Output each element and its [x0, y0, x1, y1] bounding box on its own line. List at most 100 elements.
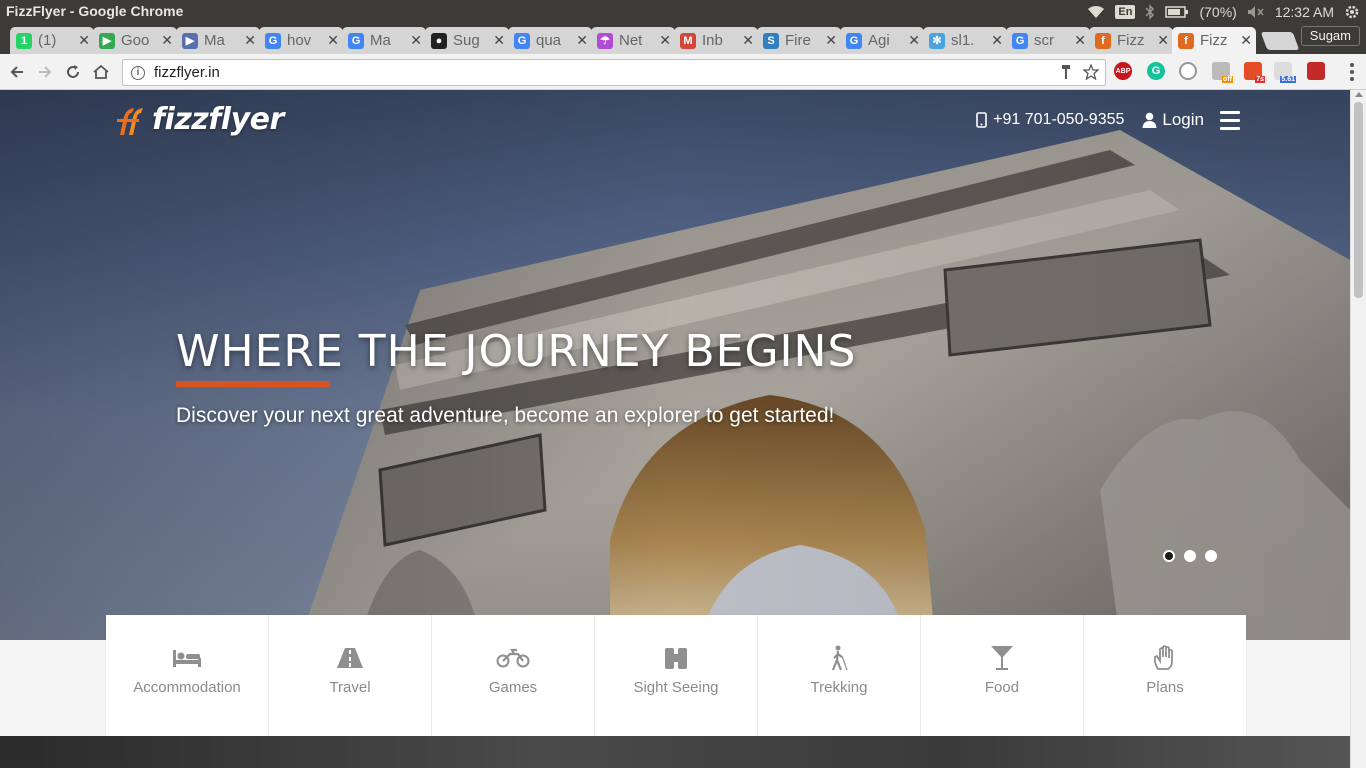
browser-tab[interactable]: f Fizz ✕ [1172, 27, 1256, 54]
category-games[interactable]: Games [432, 615, 595, 737]
tab-title: Net [619, 32, 643, 49]
google-icon: G [265, 32, 281, 49]
browser-tab[interactable]: S Fire ✕ [757, 27, 841, 54]
speed-meter-icon[interactable]: 5.61 [1274, 62, 1296, 83]
category-label: Travel [329, 679, 371, 696]
motorcycle-icon [496, 645, 530, 671]
reload-icon [67, 65, 79, 78]
browser-tab[interactable]: ▶ Ma ✕ [176, 27, 260, 54]
browser-tab[interactable]: M Inb ✕ [674, 27, 758, 54]
browser-tab[interactable]: ▶ Goo ✕ [93, 27, 177, 54]
carousel-dot[interactable] [1205, 550, 1217, 562]
browser-tab[interactable]: Gqua ✕ [508, 27, 592, 54]
page-scrollbar[interactable] [1350, 90, 1366, 768]
grammarly-icon[interactable]: G [1147, 62, 1165, 80]
gmail-icon: M [680, 32, 696, 49]
cocktail-icon [990, 645, 1014, 671]
close-tab-icon[interactable]: ✕ [908, 32, 920, 49]
road-icon [337, 645, 363, 671]
tab-title: Inb [702, 32, 723, 49]
close-tab-icon[interactable]: ✕ [659, 32, 671, 49]
category-sight-seeing[interactable]: Sight Seeing [595, 615, 758, 737]
category-label: Games [488, 679, 538, 696]
carousel-dot[interactable] [1184, 550, 1196, 562]
hand-icon [1152, 645, 1178, 671]
brand-name: fizzflyer [152, 102, 284, 137]
binoculars-icon [663, 645, 689, 671]
category-plans[interactable]: Plans [1084, 615, 1246, 737]
bookmark-star-icon[interactable] [1082, 63, 1100, 85]
bookmark-extension-icon[interactable] [1307, 62, 1325, 80]
hero-headline: WHERE THE JOURNEY BEGINS [176, 326, 857, 377]
chrome-menu-button[interactable] [1350, 63, 1354, 81]
address-bar[interactable]: i fizzflyer.in [122, 59, 1106, 86]
forward-button[interactable] [34, 61, 56, 83]
profile-button[interactable]: Sugam [1300, 26, 1360, 46]
gear-icon[interactable] [1344, 4, 1360, 20]
category-food[interactable]: Food [921, 615, 1084, 737]
home-button[interactable] [90, 61, 112, 83]
tab-title: Ma [370, 32, 391, 49]
new-tab-button[interactable] [1260, 32, 1300, 50]
browser-tab[interactable]: ● Sug ✕ [425, 27, 509, 54]
browser-tab[interactable]: Ghov ✕ [259, 27, 343, 54]
close-tab-icon[interactable]: ✕ [1240, 32, 1252, 49]
browser-tab[interactable]: G Agi ✕ [840, 27, 924, 54]
tag-extension-icon[interactable]: 7s [1244, 62, 1265, 83]
close-tab-icon[interactable]: ✕ [742, 32, 754, 49]
arrow-left-icon [10, 66, 23, 78]
category-trekking[interactable]: Trekking [758, 615, 921, 737]
url-text[interactable]: fizzflyer.in [154, 64, 220, 81]
close-tab-icon[interactable]: ✕ [161, 32, 173, 49]
phone-link[interactable]: +91 701-050-9355 [976, 111, 1124, 129]
off-extension-icon[interactable]: off [1212, 62, 1233, 83]
carousel-dot[interactable] [1163, 550, 1175, 562]
close-tab-icon[interactable]: ✕ [244, 32, 256, 49]
google-icon: G [348, 32, 364, 49]
swirl-icon: ✻ [929, 32, 945, 49]
close-tab-icon[interactable]: ✕ [410, 32, 422, 49]
close-tab-icon[interactable]: ✕ [78, 32, 90, 49]
close-tab-icon[interactable]: ✕ [991, 32, 1003, 49]
category-label: Food [984, 679, 1020, 696]
wifi-icon[interactable] [1087, 5, 1105, 19]
tab-title: hov [287, 32, 312, 49]
close-tab-icon[interactable]: ✕ [1074, 32, 1086, 49]
bed-icon [172, 645, 202, 671]
bluetooth-icon[interactable] [1145, 4, 1155, 20]
browser-tab[interactable]: 1 (1) ✕ [10, 27, 94, 54]
fizzflyer-icon: f [1095, 32, 1111, 49]
paint-roller-icon[interactable] [1061, 64, 1071, 85]
scroll-up-arrow-icon[interactable] [1355, 92, 1363, 97]
category-label: Trekking [810, 679, 868, 696]
browser-tab[interactable]: G Ma ✕ [342, 27, 426, 54]
login-link[interactable]: Login [1142, 110, 1204, 130]
tab-title: scr [1034, 32, 1054, 49]
site-logo[interactable]: fizzflyer [114, 102, 284, 137]
category-travel[interactable]: Travel [269, 615, 432, 737]
clock[interactable]: 12:32 AM [1275, 4, 1334, 20]
login-label: Login [1162, 110, 1204, 129]
close-tab-icon[interactable]: ✕ [493, 32, 505, 49]
adblock-plus-icon[interactable]: ABP [1114, 62, 1132, 80]
category-accommodation[interactable]: Accommodation [106, 615, 269, 737]
close-tab-icon[interactable]: ✕ [1157, 32, 1169, 49]
browser-tab[interactable]: ✻ sl1. ✕ [923, 27, 1007, 54]
page-viewport: fizzflyer +91 701-050-9355 Login WHERE T… [0, 90, 1350, 768]
back-button[interactable] [6, 61, 28, 83]
site-info-icon[interactable]: i [131, 65, 145, 80]
close-tab-icon[interactable]: ✕ [576, 32, 588, 49]
keyboard-layout-indicator[interactable]: En [1115, 5, 1136, 19]
category-bar: Accommodation Travel Games Sight Seeing Trek… [106, 615, 1246, 737]
reload-button[interactable] [62, 61, 84, 83]
compass-extension-icon[interactable] [1179, 62, 1197, 80]
browser-tab[interactable]: f Fizz ✕ [1089, 27, 1173, 54]
hamburger-menu-icon[interactable] [1220, 110, 1240, 130]
close-tab-icon[interactable]: ✕ [825, 32, 837, 49]
scroll-thumb[interactable] [1354, 102, 1363, 298]
browser-tab[interactable]: ☂ Net ✕ [591, 27, 675, 54]
volume-muted-icon[interactable] [1247, 5, 1265, 19]
close-tab-icon[interactable]: ✕ [327, 32, 339, 49]
browser-tab[interactable]: Gscr ✕ [1006, 27, 1090, 54]
battery-icon[interactable] [1165, 6, 1189, 18]
